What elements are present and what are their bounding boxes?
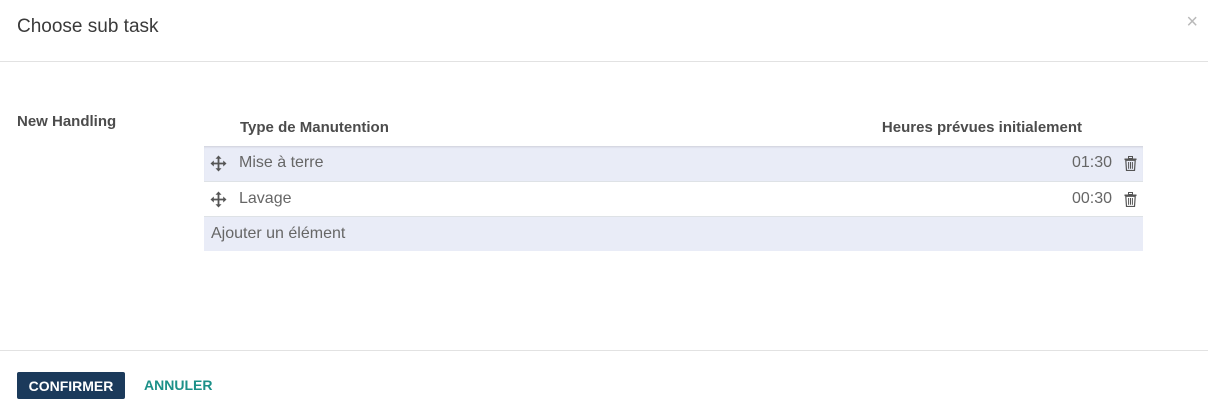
move-arrows-icon[interactable] [210, 191, 227, 208]
table-header: Type de Manutention Heures prévues initi… [204, 112, 1143, 146]
column-header-hours[interactable]: Heures prévues initialement [882, 119, 1082, 136]
dialog-footer: CONFIRMER ANNULER [0, 350, 1208, 413]
planned-hours-cell[interactable]: 00:30 [1072, 190, 1112, 208]
trash-icon[interactable] [1124, 192, 1137, 208]
confirm-button[interactable]: CONFIRMER [17, 372, 125, 399]
table-row[interactable]: Mise à terre 01:30 [204, 146, 1143, 181]
trash-icon[interactable] [1124, 156, 1137, 172]
add-item-link[interactable]: Ajouter un élément [211, 225, 345, 243]
handling-type-cell[interactable]: Mise à terre [239, 154, 323, 172]
new-handling-label: New Handling [17, 113, 117, 130]
cancel-button[interactable]: ANNULER [144, 377, 212, 393]
dialog-title: Choose sub task [17, 16, 159, 37]
handling-type-cell[interactable]: Lavage [239, 190, 292, 208]
planned-hours-cell[interactable]: 01:30 [1072, 154, 1112, 172]
dialog-header: Choose sub task × [0, 0, 1208, 62]
close-icon[interactable]: × [1186, 12, 1198, 32]
table-row[interactable]: Lavage 00:30 [204, 181, 1143, 216]
move-arrows-icon[interactable] [210, 155, 227, 172]
add-line-row: Ajouter un élément [204, 216, 1143, 251]
column-header-type[interactable]: Type de Manutention [240, 119, 389, 136]
handling-table: Type de Manutention Heures prévues initi… [204, 112, 1143, 251]
